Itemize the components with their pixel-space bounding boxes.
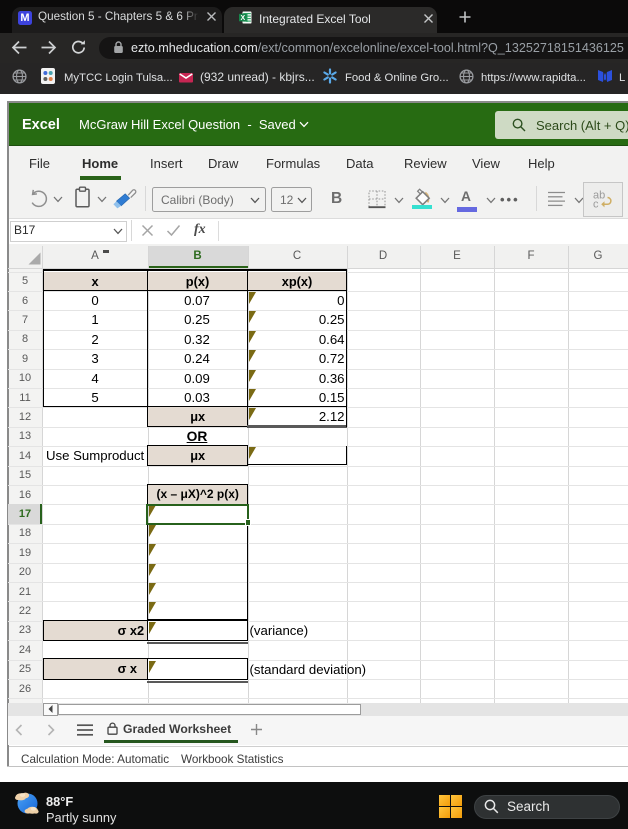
svg-text:X: X — [240, 15, 245, 22]
svg-text:c: c — [593, 199, 599, 210]
